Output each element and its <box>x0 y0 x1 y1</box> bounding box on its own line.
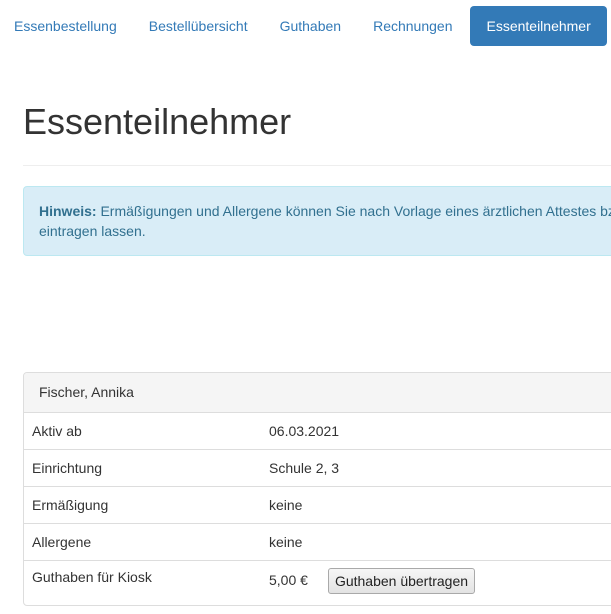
participant-panel: Fischer, Annika Aktiv ab 06.03.2021 Einr… <box>23 372 611 606</box>
detail-label: Ermäßigung <box>32 497 109 513</box>
notice-text-1: Ermäßigungen und Allergene können Sie na… <box>100 203 611 219</box>
detail-row-allergene: Allergene keine <box>24 524 611 561</box>
detail-value: Schule 2, 3 <box>269 460 340 476</box>
detail-label: Allergene <box>32 534 92 550</box>
detail-row-ermaessigung: Ermäßigung keine <box>24 487 611 524</box>
info-notice: Hinweis: Ermäßigungen und Allergene könn… <box>23 186 611 256</box>
notice-text-2: eintragen lassen. <box>39 223 146 239</box>
nav-item-essenteilnehmer[interactable]: Essenteilnehmer <box>470 6 607 46</box>
detail-label: Guthaben für Kiosk <box>32 569 152 585</box>
detail-row-aktiv-ab: Aktiv ab 06.03.2021 <box>24 413 611 450</box>
nav-item-bestelluebersicht[interactable]: Bestellübersicht <box>133 6 264 46</box>
main-nav: Essenbestellung Bestellübersicht Guthabe… <box>0 6 607 46</box>
detail-value: keine <box>269 534 303 550</box>
notice-prefix: Hinweis: <box>39 203 97 219</box>
detail-label: Einrichtung <box>32 460 103 476</box>
nav-item-guthaben[interactable]: Guthaben <box>264 6 358 46</box>
detail-row-guthaben-kiosk: Guthaben für Kiosk 5,00 € Guthaben übertr… <box>24 561 611 603</box>
nav-item-essenbestellung[interactable]: Essenbestellung <box>0 6 133 46</box>
detail-row-einrichtung: Einrichtung Schule 2, 3 <box>24 450 611 487</box>
nav-item-rechnungen[interactable]: Rechnungen <box>357 6 468 46</box>
detail-value-wrapper: 5,00 € Guthaben übertragen <box>269 561 476 599</box>
page-title: Essenteilnehmer <box>23 101 292 142</box>
transfer-balance-button[interactable]: Guthaben übertragen <box>327 568 476 595</box>
detail-value: 06.03.2021 <box>269 423 340 439</box>
participant-name: Fischer, Annika <box>24 373 611 413</box>
notice-line-1: Hinweis: Ermäßigungen und Allergene könn… <box>39 201 611 221</box>
kiosk-balance: 5,00 € <box>269 572 308 588</box>
title-divider <box>23 165 611 166</box>
page: Essenbestellung Bestellübersicht Guthabe… <box>0 0 611 614</box>
detail-label: Aktiv ab <box>32 423 82 439</box>
detail-value: keine <box>269 497 303 513</box>
